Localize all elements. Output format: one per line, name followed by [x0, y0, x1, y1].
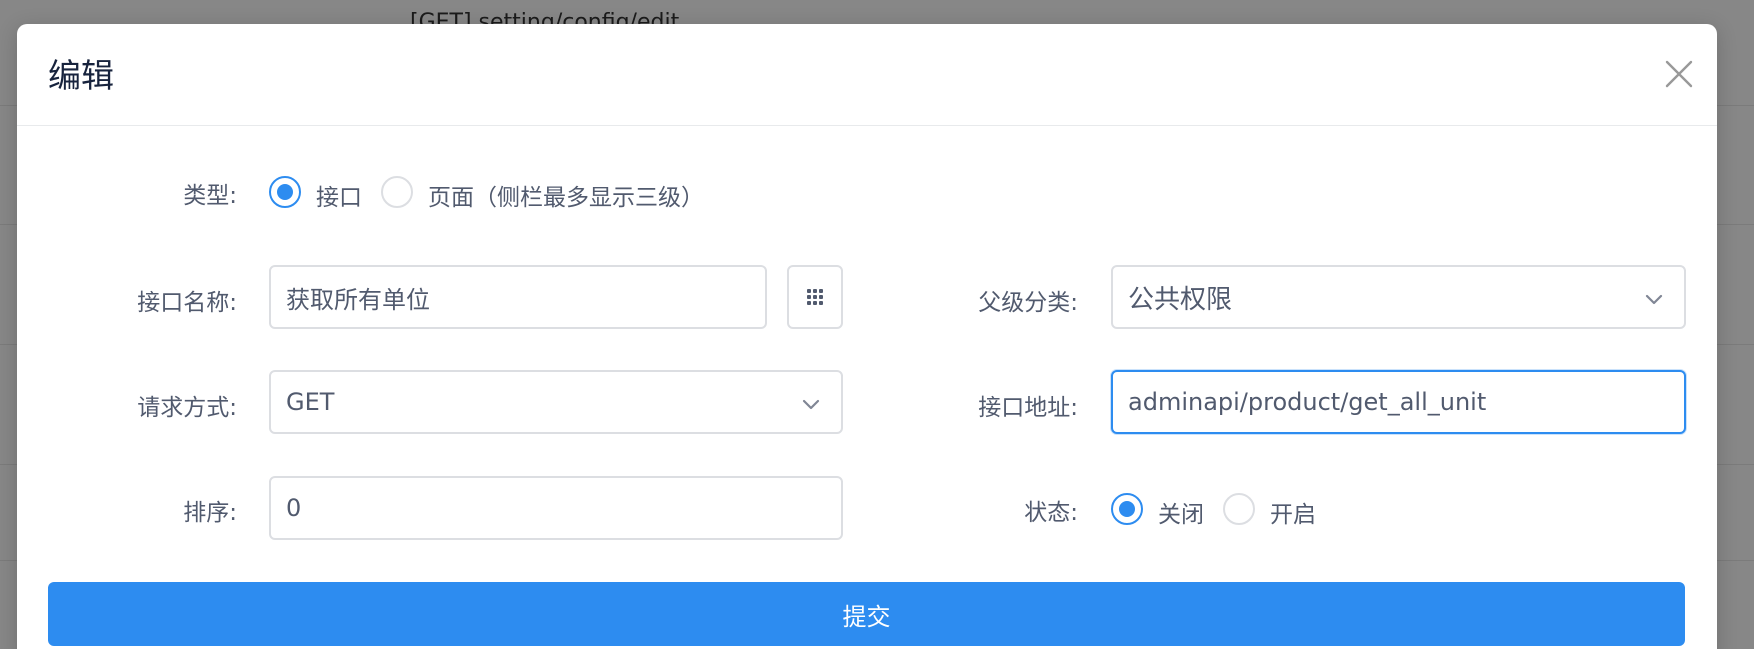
- submit-button[interactable]: 提交: [48, 582, 1685, 646]
- api-name-value: 获取所有单位: [286, 285, 430, 314]
- api-path-input[interactable]: adminapi/product/get_all_unit: [1111, 370, 1686, 434]
- type-option-page-label[interactable]: 页面（侧栏最多显示三级）: [428, 178, 704, 212]
- dialog-title: 编辑: [48, 56, 114, 95]
- type-label: 类型:: [183, 183, 237, 209]
- chevron-down-icon: [1645, 294, 1663, 305]
- edit-dialog: 编辑 类型: 接口 页面（侧栏最多显示三级） 接口名称: 获取所有单位 父级分类…: [17, 24, 1717, 649]
- sort-label: 排序:: [183, 500, 237, 526]
- status-option-off-label[interactable]: 关闭: [1158, 495, 1204, 529]
- request-method-label: 请求方式:: [137, 395, 237, 421]
- chevron-down-icon: [802, 399, 820, 410]
- status-option-on-label[interactable]: 开启: [1270, 495, 1316, 529]
- close-icon: [1665, 60, 1693, 88]
- sort-value: 0: [286, 494, 302, 522]
- status-radio-on[interactable]: [1223, 493, 1255, 525]
- api-path-label: 接口地址:: [978, 395, 1078, 421]
- request-method-value: GET: [286, 388, 335, 416]
- status-radio-off[interactable]: [1111, 493, 1143, 525]
- parent-category-value: 公共权限: [1128, 284, 1233, 315]
- dialog-header: 编辑: [17, 24, 1717, 126]
- parent-category-label: 父级分类:: [978, 290, 1078, 316]
- parent-category-select[interactable]: 公共权限: [1111, 265, 1686, 329]
- type-radio-api[interactable]: [269, 176, 301, 208]
- sort-input[interactable]: 0: [269, 476, 843, 540]
- grid-icon: [807, 289, 823, 305]
- status-label: 状态:: [1024, 500, 1078, 526]
- api-select-button[interactable]: [787, 265, 843, 329]
- request-method-select[interactable]: GET: [269, 370, 843, 434]
- api-name-input[interactable]: 获取所有单位: [269, 265, 767, 329]
- api-name-label: 接口名称:: [137, 290, 237, 316]
- api-path-value: adminapi/product/get_all_unit: [1128, 388, 1487, 416]
- type-radio-page[interactable]: [381, 176, 413, 208]
- close-button[interactable]: [1655, 50, 1703, 98]
- type-option-api-label[interactable]: 接口: [316, 178, 362, 212]
